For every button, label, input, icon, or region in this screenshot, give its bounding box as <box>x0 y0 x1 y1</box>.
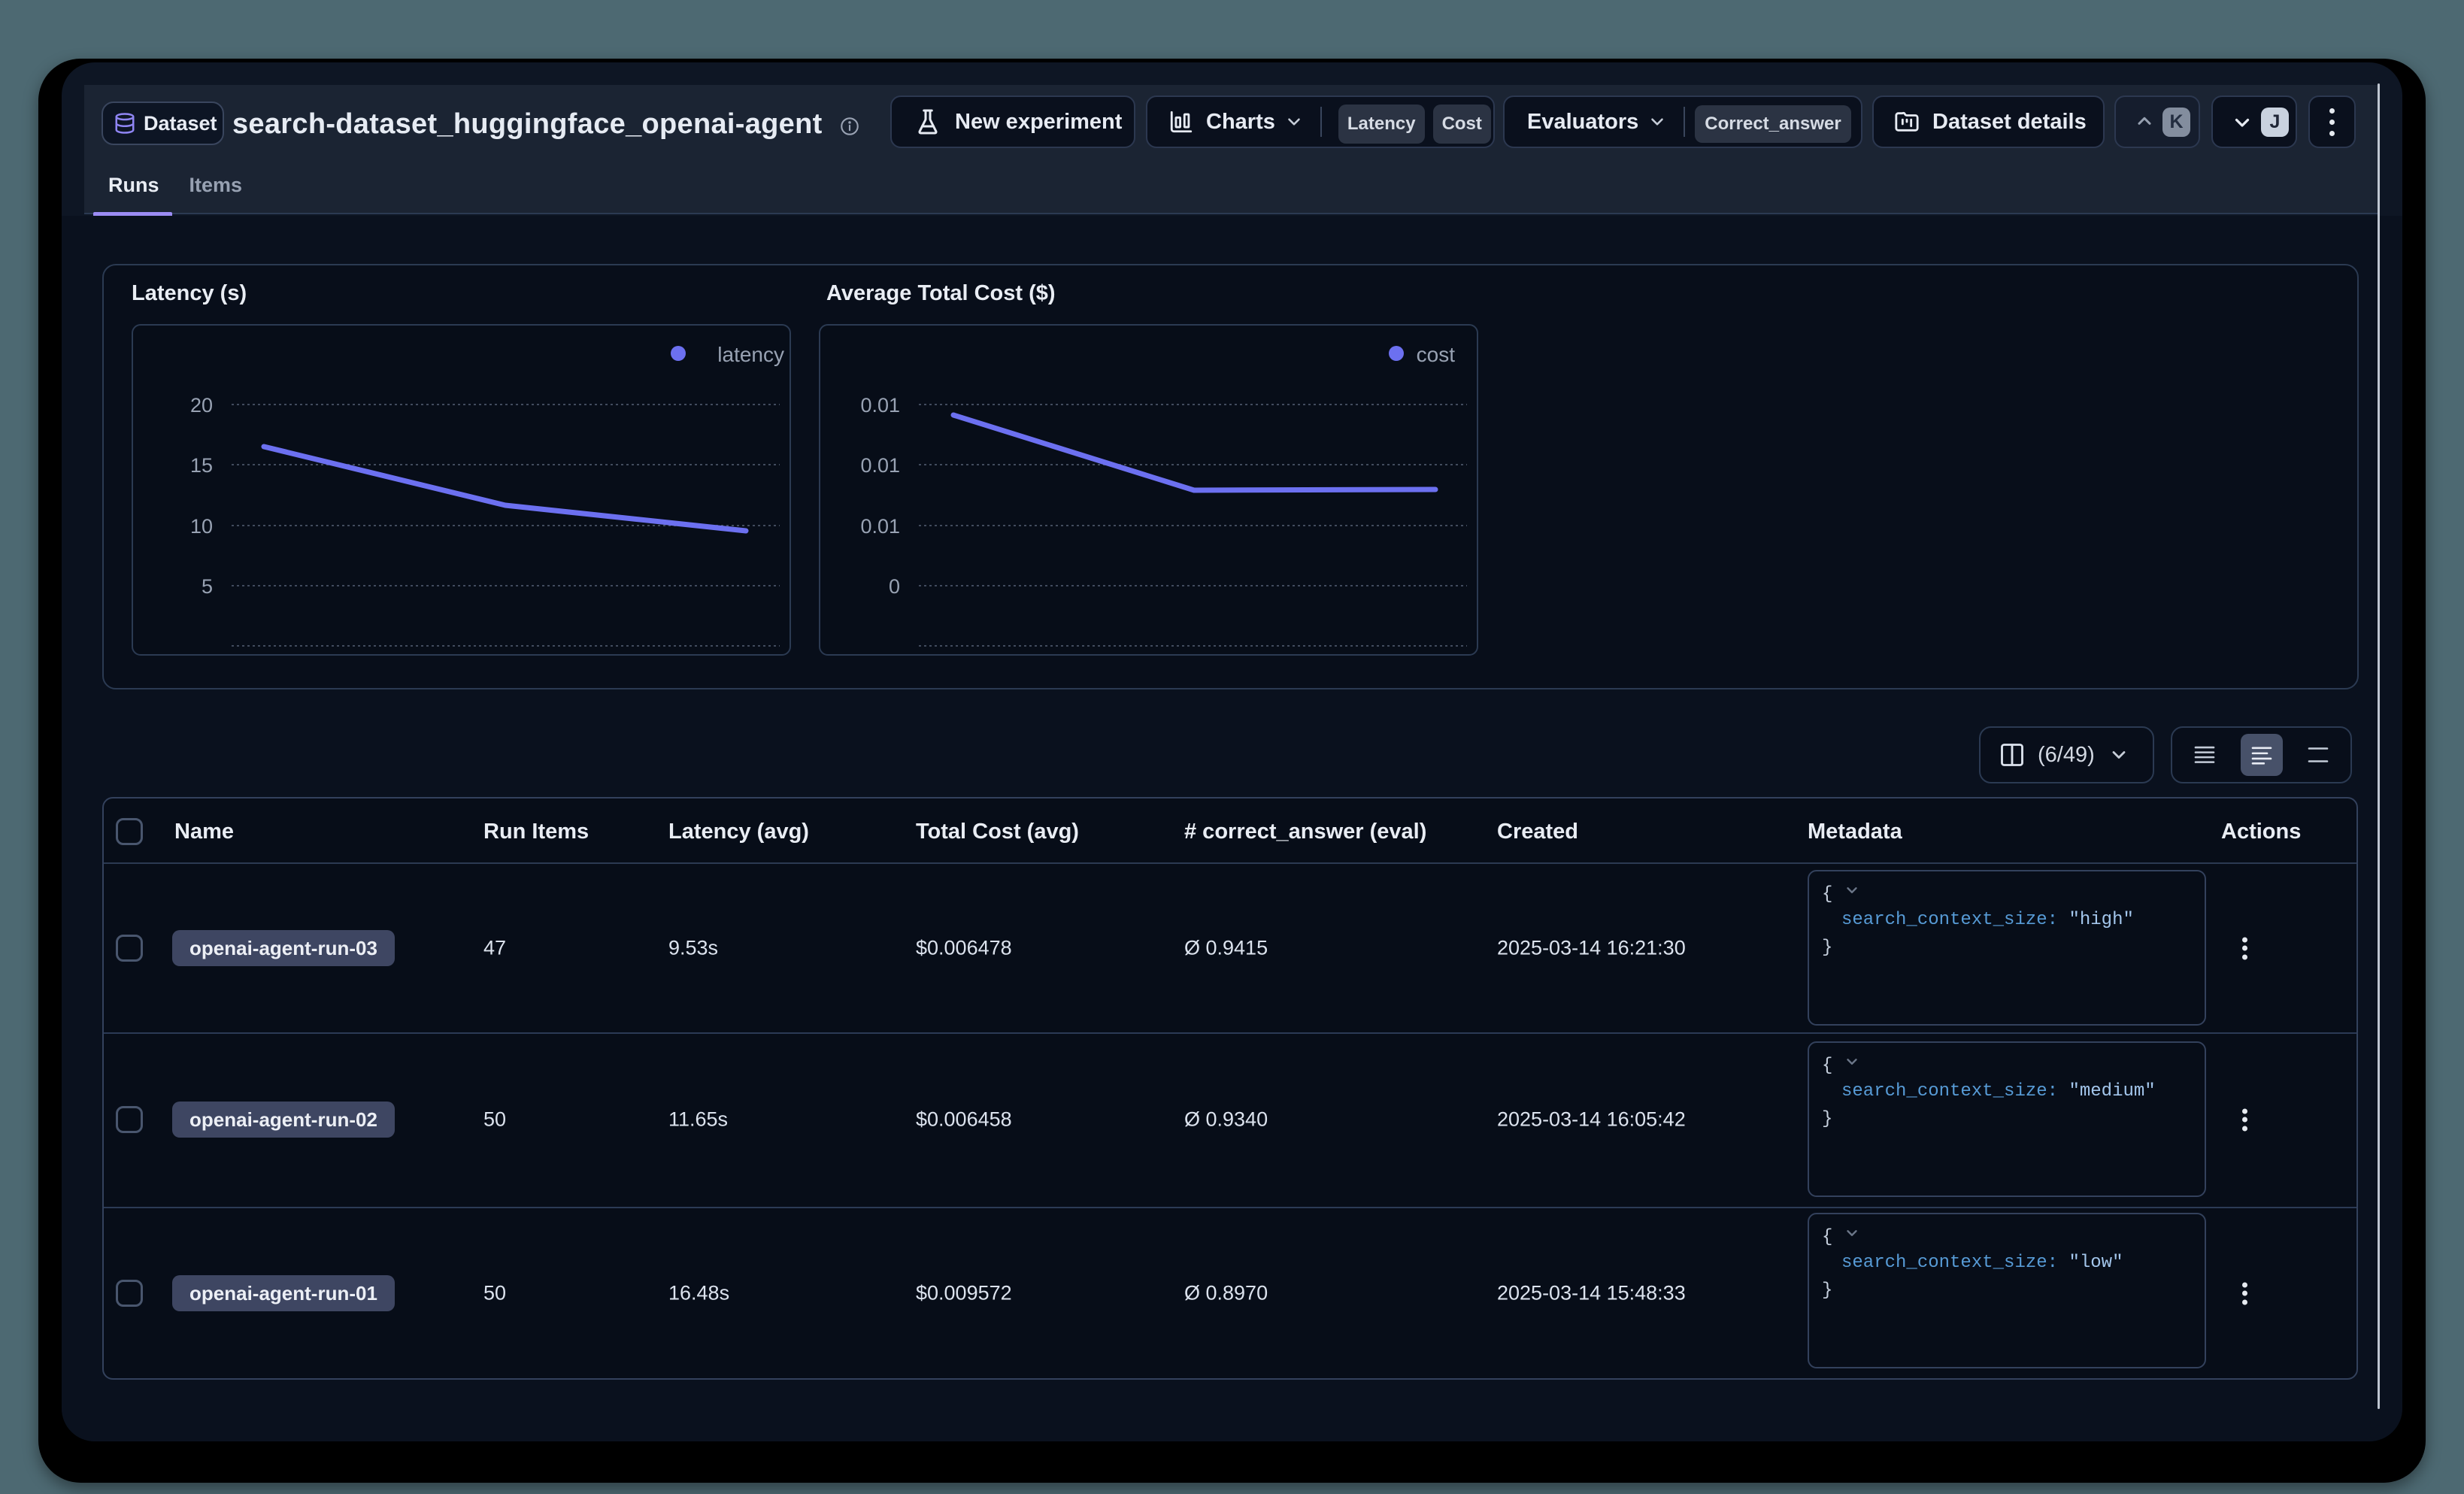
svg-text:latency: latency <box>717 343 784 366</box>
svg-text:20: 20 <box>190 394 213 417</box>
svg-text:0.01: 0.01 <box>860 454 900 477</box>
svg-text:cost: cost <box>1417 343 1456 366</box>
svg-text:15: 15 <box>190 454 213 477</box>
svg-text:0: 0 <box>889 575 900 598</box>
svg-text:0.01: 0.01 <box>860 515 900 538</box>
svg-text:10: 10 <box>190 515 213 538</box>
svg-text:0.01: 0.01 <box>860 394 900 417</box>
svg-text:5: 5 <box>202 575 213 598</box>
